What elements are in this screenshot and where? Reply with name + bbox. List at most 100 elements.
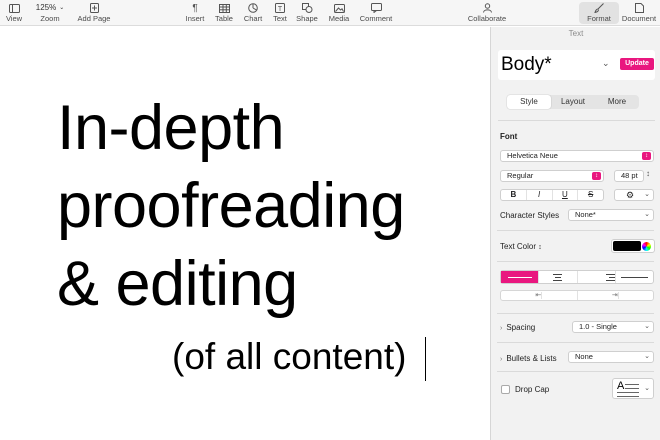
chevron-right-icon: ›: [500, 356, 503, 363]
align-right-icon: [578, 273, 615, 282]
character-styles-select[interactable]: None* ⌄: [568, 209, 654, 221]
paragraph-style-name: Body*: [501, 54, 552, 75]
spacing-label: Spacing: [506, 323, 536, 332]
chevron-down-icon: ⌄: [59, 5, 65, 11]
drop-cap-label: Drop Cap: [515, 385, 550, 394]
strikethrough-button[interactable]: S: [578, 190, 603, 200]
drop-cap-icon: A: [617, 380, 625, 392]
italic-button[interactable]: I: [527, 190, 553, 200]
heading-line-2: proofreading: [57, 171, 405, 241]
collaborate-label: Collaborate: [467, 14, 507, 23]
character-styles-value: None*: [575, 210, 596, 219]
decrease-indent-button[interactable]: ⇤: [501, 291, 578, 300]
align-right-button[interactable]: [578, 271, 616, 283]
shape-button[interactable]: Shape: [295, 2, 319, 24]
color-swatch: [613, 241, 641, 251]
justify-icon: [616, 276, 653, 279]
text-options-menu[interactable]: ⚙ ⌄: [614, 189, 654, 201]
bold-button[interactable]: B: [501, 190, 527, 200]
font-family-select[interactable]: Helvetica Neue ↕: [500, 150, 654, 162]
align-center-button[interactable]: [539, 271, 578, 283]
sidebar-icon: [8, 3, 20, 13]
text-button[interactable]: T Text: [270, 2, 290, 24]
chevron-down-icon: ⌄: [644, 323, 650, 330]
add-page-label: Add Page: [77, 14, 111, 23]
bullets-select[interactable]: None ⌄: [568, 351, 654, 363]
view-label: View: [5, 14, 23, 23]
alignment-buttons: [500, 270, 654, 284]
drop-cap-line: [625, 388, 639, 389]
shape-icon: [301, 3, 312, 13]
insert-label: Insert: [185, 14, 205, 23]
comment-icon: [370, 3, 382, 13]
chevron-right-icon: ›: [500, 325, 503, 332]
justify-button[interactable]: [616, 271, 653, 283]
document-canvas[interactable]: In-depth proofreading & editing (of all …: [0, 27, 490, 440]
table-icon: [218, 3, 230, 13]
align-left-button[interactable]: [501, 271, 540, 283]
zoom-control[interactable]: 125% ⌄ Zoom: [34, 2, 66, 24]
collaborate-icon: [482, 3, 492, 13]
updown-arrow-icon: ↕: [592, 172, 601, 180]
toolbar: View 125% ⌄ Zoom Add Page ¶ Insert Table …: [0, 0, 660, 26]
underline-button[interactable]: U: [553, 190, 579, 200]
heading-text[interactable]: In-depth proofreading & editing: [57, 89, 405, 323]
increase-indent-button[interactable]: ⇥: [578, 291, 654, 300]
chart-button[interactable]: Chart: [241, 2, 265, 24]
zoom-label: Zoom: [40, 14, 60, 23]
collaborate-button[interactable]: Collaborate: [466, 2, 508, 24]
table-button[interactable]: Table: [213, 2, 235, 24]
updown-arrow-icon: ↕: [538, 244, 542, 251]
svg-text:T: T: [278, 6, 283, 13]
heading-line-1: In-depth: [57, 93, 285, 163]
tab-layout[interactable]: Layout: [551, 95, 595, 109]
view-button[interactable]: View: [4, 2, 24, 24]
drop-cap-line: [625, 384, 639, 385]
chart-label: Chart: [243, 14, 263, 23]
chevron-down-icon: ⌄: [602, 58, 610, 68]
gear-icon: ⚙: [626, 190, 635, 200]
chevron-down-icon: ⌄: [644, 353, 650, 360]
font-weight-select[interactable]: Regular ↕: [500, 170, 604, 182]
drop-cap-line: [617, 396, 639, 397]
text-label: Text: [273, 14, 287, 23]
media-button[interactable]: Media: [327, 2, 351, 24]
drop-cap-line: [617, 392, 639, 393]
zoom-value: 125%: [35, 3, 57, 12]
shape-label: Shape: [296, 14, 318, 23]
font-size-field[interactable]: 48 pt: [614, 170, 644, 182]
update-button[interactable]: Update: [620, 58, 654, 70]
divider: [497, 313, 654, 314]
text-cursor: [425, 337, 426, 381]
format-label: Format: [587, 14, 611, 23]
increase-indent-icon: ⇥: [611, 292, 619, 299]
chevron-down-icon: ⌄: [644, 385, 650, 392]
spacing-select[interactable]: 1.0 - Single ⌄: [572, 321, 654, 333]
chevron-down-icon: ⌄: [644, 211, 650, 218]
text-format-buttons: B I U S: [500, 189, 604, 201]
bullets-disclosure[interactable]: › Bullets & Lists: [500, 354, 557, 363]
paragraph-style-selector[interactable]: Body* ⌄ Update: [498, 50, 655, 80]
insert-button[interactable]: ¶ Insert: [183, 2, 207, 24]
drop-cap-style-select[interactable]: A ⌄: [612, 378, 654, 399]
spacing-disclosure[interactable]: › Spacing: [500, 323, 535, 332]
subtext[interactable]: (of all content): [172, 336, 406, 378]
heading-line-3: & editing: [57, 249, 298, 319]
text-box-icon: T: [275, 3, 285, 13]
add-page-button[interactable]: Add Page: [76, 2, 112, 24]
table-label: Table: [215, 14, 233, 23]
format-button[interactable]: Format: [579, 2, 619, 24]
text-color-label[interactable]: Text Color ↕: [500, 242, 542, 251]
text-color-well[interactable]: [611, 239, 655, 253]
character-styles-label: Character Styles: [500, 211, 560, 220]
drop-cap-checkbox[interactable]: [501, 385, 510, 394]
tab-style[interactable]: Style: [507, 95, 551, 109]
comment-button[interactable]: Comment: [358, 2, 394, 24]
color-wheel-icon[interactable]: [642, 242, 651, 251]
tab-more[interactable]: More: [595, 95, 639, 109]
indent-buttons: ⇤ ⇥: [500, 290, 654, 301]
font-section-label: Font: [500, 132, 518, 141]
font-size-stepper[interactable]: ↕: [646, 169, 650, 178]
document-button[interactable]: Document: [620, 2, 658, 24]
chevron-down-icon: ⌄: [644, 191, 650, 198]
